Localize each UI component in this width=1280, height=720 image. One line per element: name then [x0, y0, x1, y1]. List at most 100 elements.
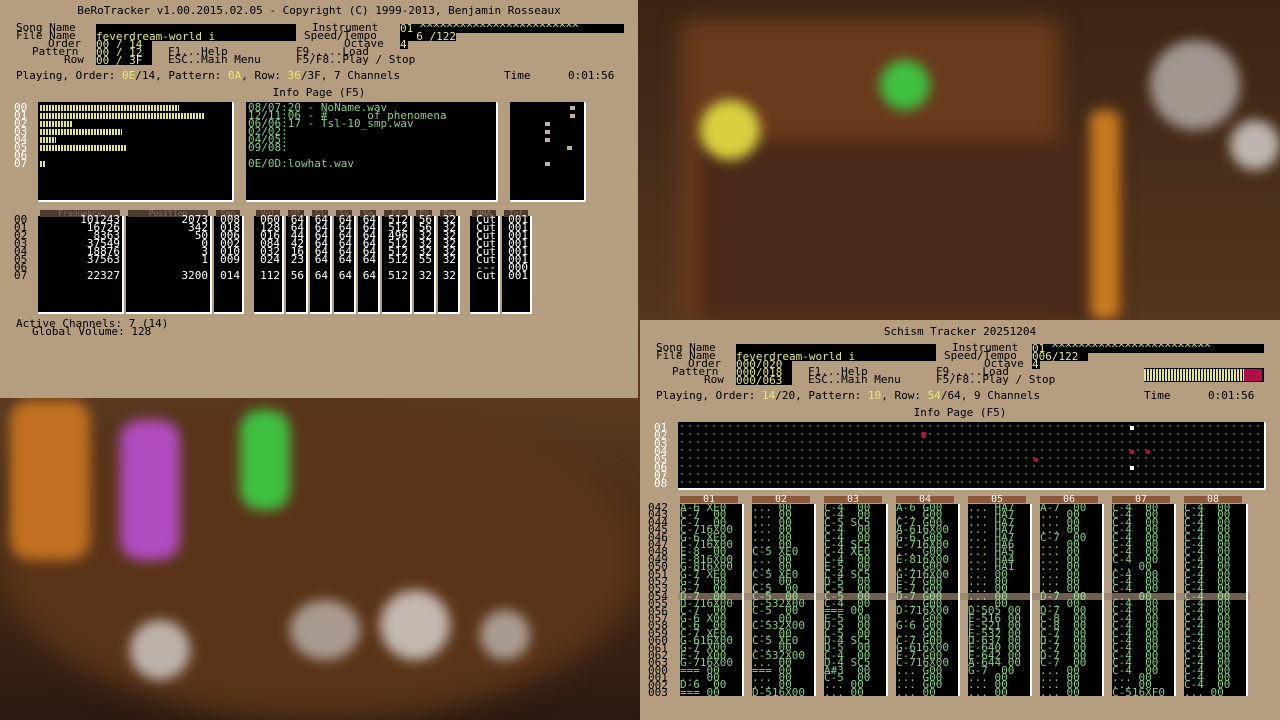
time-label: Time	[504, 69, 531, 82]
table-cell: 50	[194, 229, 208, 242]
row-label: Row	[704, 373, 724, 386]
pattern-cell[interactable]: D-516X00	[752, 686, 814, 696]
track-column[interactable]: C-4 00 C-4 00 C-4 00 C-4 00 C-4 00 C-4 00 C-4 …	[1184, 504, 1248, 697]
scope-marker	[1130, 426, 1134, 430]
schism-tracker-window: Schism Tracker 20251204 Song Name File N…	[640, 320, 1280, 720]
track-column[interactable]: A-6 XE0 C-7 00 C-7 00 C-716X00 G-6 XE0 C-716X…	[680, 504, 744, 697]
speed-tempo-field[interactable]: 6 /122	[400, 32, 456, 41]
status-channels: , 9 Channels	[960, 389, 1041, 402]
octave-field[interactable]: 4	[400, 40, 408, 49]
table-cell: 0	[201, 237, 208, 250]
status-channels: , 7 Channels	[320, 69, 401, 82]
scope-row-number: 08	[654, 477, 668, 490]
table-cell: 32	[442, 253, 456, 266]
track-header[interactable]: 01	[680, 495, 738, 505]
scope-marker	[1146, 450, 1150, 454]
row-channel-number: 07	[14, 269, 28, 282]
window-title: Schism Tracker 20251204	[883, 325, 1037, 338]
row-field[interactable]: 000/063	[736, 376, 792, 385]
playing-status: Playing, Order: 0E/14, Pattern: 0A, Row:…	[16, 69, 401, 82]
global-volume: Global Volume: 128	[32, 325, 152, 338]
scope-dot	[545, 122, 550, 126]
status-row-label: , Row:	[241, 69, 281, 82]
status-row: 36	[287, 69, 301, 82]
vu-bar	[40, 105, 179, 111]
scope-dot	[570, 106, 575, 110]
status-row-label: , Row:	[881, 389, 921, 402]
table-cell: 64	[314, 269, 328, 282]
scope-dot	[567, 146, 572, 150]
table-cell: 512	[388, 253, 408, 266]
scope-dot	[545, 130, 550, 134]
status-row-total: /64	[940, 389, 961, 402]
pattern-cell[interactable]: ... 00	[1040, 686, 1102, 696]
table-cell: 22327	[86, 269, 120, 282]
table-cell: 32	[418, 269, 432, 282]
track-header[interactable]: 08	[1184, 495, 1242, 505]
track-header[interactable]: 04	[896, 495, 954, 505]
sample-entry[interactable]: 0E/0D:lowhat.wav	[248, 158, 354, 169]
time-value: 0:01:56	[1208, 389, 1255, 402]
table-cell: 64	[362, 269, 376, 282]
main-menu-key-hint: ESC..Main Menu	[808, 373, 901, 386]
playing-label: Playing, Order:	[16, 69, 116, 82]
table-cell: 55	[418, 253, 432, 266]
octave-field[interactable]: 4	[1032, 360, 1040, 369]
status-pattern: 10	[867, 389, 882, 402]
vu-bar	[40, 161, 45, 167]
playing-label: Playing, Order:	[656, 389, 756, 402]
vu-bar	[40, 145, 127, 151]
track-column[interactable]: A-7 00... 00... 00... 00 C-7 00... 00... …	[1040, 504, 1104, 697]
pattern-cell[interactable]: ... 00	[1184, 686, 1246, 696]
status-order-total: /14	[135, 69, 156, 82]
table-cell: 3200	[181, 269, 209, 282]
pattern-cell[interactable]: === 00	[680, 686, 742, 696]
status-order: 0E	[121, 69, 136, 82]
vu-bar	[40, 113, 204, 119]
track-column[interactable]: ... 00... 00... 00... 00... 00... 00 C-5 …	[752, 504, 816, 697]
track-column[interactable]: A-6 G00... G00 C-7 G00 A-616X00 G-6 G00 C-71…	[896, 504, 960, 697]
vu-bar	[40, 121, 73, 127]
track-column[interactable]: ... HA7... HA7... HA7... HA7... HA7... H…	[968, 504, 1032, 697]
track-column[interactable]: C-4 00 C-4 00 C-4 00 C-4 00 C-4 00 C-4 00 C-4 …	[1112, 504, 1176, 697]
track-column[interactable]: C-4 00 C-4 00 C-5 SC5 C-4 00 C-4 00 C-4 SC5 C-…	[824, 504, 888, 697]
scope-dot	[570, 114, 575, 118]
track-header[interactable]: 02	[752, 495, 810, 505]
table-cell: 512	[388, 269, 408, 282]
pattern-cell[interactable]: ... 00	[824, 686, 886, 696]
status-row-total: /3F	[300, 69, 321, 82]
scope-marker	[1130, 466, 1134, 470]
table-cell: 001	[508, 269, 528, 282]
sample-entry[interactable]: 09/08:	[248, 142, 288, 153]
scope-marker	[1034, 458, 1038, 462]
table-cell: 64	[314, 253, 328, 266]
speed-tempo-field[interactable]: 006/122	[1032, 352, 1088, 361]
table-cell: 32	[442, 269, 456, 282]
play-stop-key-hint: F5/F8..Play / Stop	[296, 53, 416, 66]
play-stop-key-hint: F5/F8..Play / Stop	[936, 373, 1056, 386]
track-header[interactable]: 03	[824, 495, 882, 505]
track-header[interactable]: 07	[1112, 495, 1170, 505]
pattern-cell[interactable]: ... 00	[896, 686, 958, 696]
track-header[interactable]: 05	[968, 495, 1026, 505]
main-menu-key-hint: ESC..Main Menu	[168, 53, 261, 66]
table-cell: 009	[220, 253, 240, 266]
master-vu-meter	[1144, 368, 1264, 382]
scope-marker	[1130, 450, 1134, 454]
track-header[interactable]: 06	[1040, 495, 1098, 505]
table-cell: 1	[201, 253, 208, 266]
table-cell: 56	[290, 269, 304, 282]
scope-dot	[545, 162, 550, 166]
row-field[interactable]: 00 / 3F	[96, 56, 152, 65]
status-pattern-label: , Pattern:	[795, 389, 862, 402]
table-cell: 024	[260, 253, 280, 266]
table-cell: 64	[362, 253, 376, 266]
row-number: 003	[648, 686, 668, 699]
octave-label: Octave	[984, 357, 1024, 370]
table-cell: 37563	[86, 253, 120, 266]
scope-dot	[545, 138, 550, 142]
info-page-title: Info Page (F5)	[272, 86, 366, 99]
channel-number: 07	[14, 157, 28, 170]
pattern-cell[interactable]: ... 00	[968, 686, 1030, 696]
pattern-cell[interactable]: C-516XF0	[1112, 686, 1174, 696]
